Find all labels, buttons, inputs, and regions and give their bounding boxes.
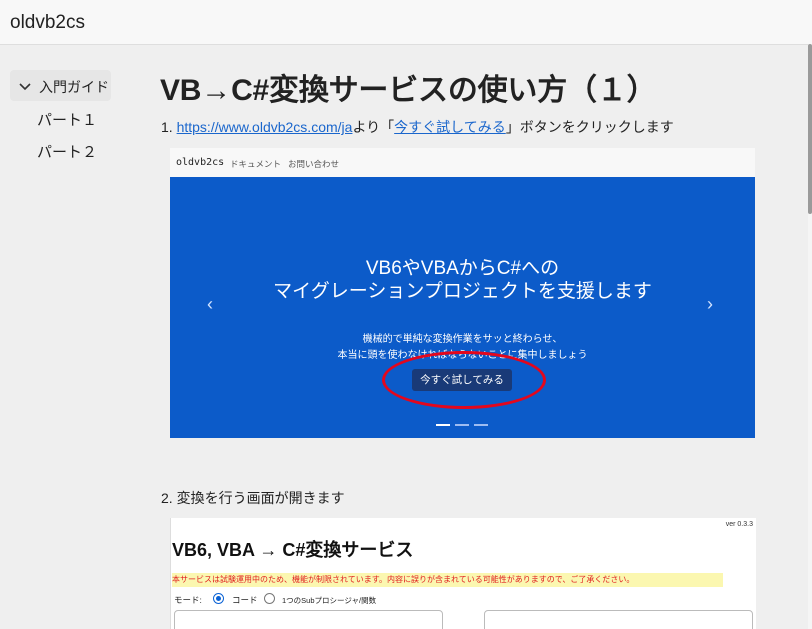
- site-link[interactable]: https://www.oldvb2cs.com/ja: [177, 119, 353, 135]
- step-1-number: 1.: [161, 119, 177, 135]
- vb-code-input-box: [174, 610, 443, 629]
- carousel-indicator: [455, 424, 469, 426]
- step-2-text: 2. 変換を行う画面が開きます: [161, 490, 345, 506]
- mode-label: モード:: [174, 595, 202, 605]
- carousel-indicator: [474, 424, 488, 426]
- mode-radio-code: [213, 593, 224, 604]
- step-1-mid-text: より「: [352, 119, 395, 135]
- carousel-next-icon: ›: [707, 294, 713, 314]
- screenshot-nav-docs: ドキュメント: [230, 159, 282, 169]
- screenshot-nav-contact: お問い合わせ: [288, 159, 340, 169]
- version-label: ver 0.3.3: [725, 521, 753, 528]
- sidebar-section-getting-started[interactable]: 入門ガイド: [10, 70, 111, 101]
- step-1-end-text: 」ボタンをクリックします: [505, 119, 674, 135]
- try-now-link[interactable]: 今すぐ試してみる: [394, 119, 506, 135]
- brand-logo[interactable]: oldvb2cs: [10, 12, 85, 34]
- hero-subtext-line1: 機械的で単純な変換作業をサッと終わらせ、: [362, 334, 563, 345]
- screenshot-homepage: oldvb2cs ドキュメント お問い合わせ VB6やVBAからC#への マイグ…: [170, 148, 755, 438]
- mode-radio-sub: [264, 593, 275, 604]
- sidebar-item-part1[interactable]: パート１: [37, 109, 97, 130]
- step-1-text: 1. https://www.oldvb2cs.com/jaより「今すぐ試してみ…: [161, 117, 674, 137]
- csharp-code-output-box: [484, 610, 753, 629]
- sidebar-item-part2[interactable]: パート２: [37, 141, 97, 162]
- highlight-ellipse: [382, 351, 546, 409]
- screenshot-hero-carousel: VB6やVBAからC#への マイグレーションプロジェクトを支援します 機械的で単…: [170, 177, 755, 438]
- hero-headline-line2: マイグレーションプロジェクトを支援します: [273, 281, 652, 302]
- screenshot-brand: oldvb2cs: [176, 157, 225, 168]
- mode-radio-code-label: コード: [232, 595, 258, 605]
- trial-warning-banner: 本サービスは試験運用中のため、機能が制限されています。内容に誤りが含まれている可…: [172, 573, 723, 587]
- sidebar: [0, 44, 140, 629]
- screenshot-converter-page: ver 0.3.3 VB6, VBA → C#変換サービス 本サービスは試験運用…: [170, 518, 756, 629]
- sidebar-section-label: 入門ガイド: [39, 79, 109, 95]
- mode-radio-sub-label: 1つのSubプロシージャ/関数: [282, 596, 377, 605]
- carousel-prev-icon: ‹: [207, 294, 213, 314]
- page-title: VB→C#変換サービスの使い方（１）: [160, 74, 657, 107]
- chevron-down-icon: [18, 79, 32, 97]
- carousel-indicator-active: [436, 424, 450, 426]
- converter-title: VB6, VBA → C#変換サービス: [172, 540, 414, 560]
- top-navbar: oldvb2cs: [0, 0, 812, 45]
- screenshot-navbar: oldvb2cs ドキュメント お問い合わせ: [170, 148, 755, 177]
- scrollbar-thumb[interactable]: [808, 44, 812, 214]
- radio-selected-dot: [216, 596, 221, 601]
